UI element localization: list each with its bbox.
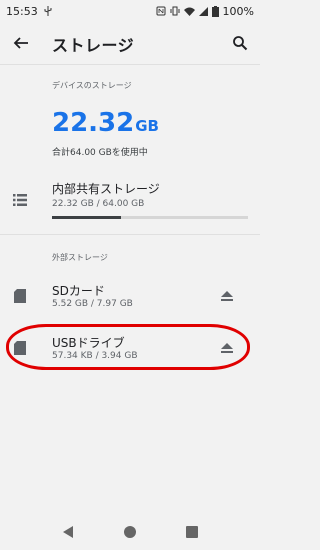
storage-list-icon: [13, 194, 27, 206]
internal-storage-progress-fill: [52, 216, 121, 219]
internal-storage-title: 内部共有ストレージ: [52, 182, 160, 196]
page-title: ストレージ: [52, 36, 135, 55]
internal-storage-detail: 22.32 GB / 64.00 GB: [52, 199, 145, 209]
app-bar: ストレージ: [0, 22, 260, 64]
nfc-status-icon: [156, 6, 166, 16]
external-storage-header: 外部ストレージ: [52, 253, 108, 262]
sd-card-title: SDカード: [52, 284, 105, 298]
nav-home-button[interactable]: [122, 524, 138, 540]
used-storage-value: 22.32 GB: [52, 108, 159, 138]
sd-card-detail: 5.52 GB / 7.97 GB: [52, 299, 133, 309]
used-value-unit: GB: [135, 117, 159, 135]
internal-storage-icon-wrap: [12, 192, 28, 208]
highlight-annotation: [6, 324, 250, 370]
sd-card-icon: [14, 289, 26, 303]
nav-back-button[interactable]: [60, 524, 76, 540]
usb-status-icon: [44, 6, 52, 16]
total-usage-text: 合計64.00 GBを使用中: [52, 148, 148, 158]
search-icon: [233, 36, 248, 51]
nav-recents-button[interactable]: [184, 524, 200, 540]
triangle-back-icon: [63, 526, 73, 538]
status-time: 15:53: [6, 4, 38, 18]
search-button[interactable]: [230, 33, 250, 53]
sd-card-eject-button[interactable]: [219, 288, 235, 304]
navigation-bar: [0, 512, 260, 550]
battery-icon: [211, 5, 219, 17]
app-bar-divider: [0, 64, 260, 65]
sd-card-item[interactable]: SDカード 5.52 GB / 7.97 GB: [0, 278, 260, 318]
section-divider: [0, 234, 260, 235]
signal-status-icon: [198, 6, 208, 16]
eject-icon: [221, 291, 233, 301]
arrow-back-icon: [13, 37, 28, 49]
internal-storage-item[interactable]: 内部共有ストレージ 22.32 GB / 64.00 GB: [0, 172, 260, 224]
sd-card-icon-wrap: [12, 288, 28, 304]
used-value-number: 22.32: [52, 108, 135, 138]
device-storage-header: デバイスのストレージ: [52, 81, 132, 90]
vibrate-status-icon: [170, 6, 180, 16]
status-bar: 15:53 100%: [0, 0, 260, 22]
square-recents-icon: [186, 526, 198, 538]
battery-percentage: 100%: [222, 4, 254, 18]
back-button[interactable]: [10, 32, 32, 54]
circle-home-icon: [124, 526, 136, 538]
wifi-status-icon: [183, 7, 195, 16]
internal-storage-progress: [52, 216, 248, 219]
